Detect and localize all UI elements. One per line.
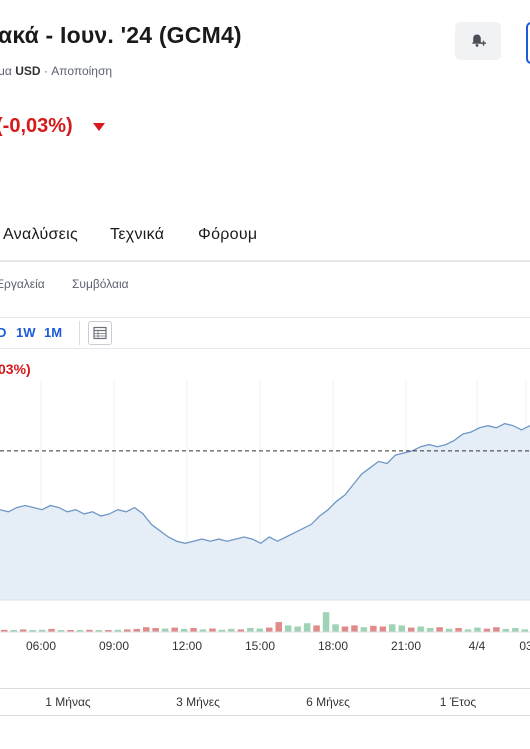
tab-analyses[interactable]: Αναλύσεις — [3, 226, 78, 244]
range-button-day[interactable]: D — [0, 325, 6, 340]
volume-bar — [284, 625, 292, 632]
volume-bar — [379, 626, 387, 632]
volume-bar — [493, 627, 500, 632]
range-button-1m[interactable]: 1M — [44, 325, 62, 340]
volume-bar — [209, 628, 216, 632]
volume-bar — [294, 626, 301, 632]
volume-bar — [389, 624, 396, 632]
volume-bar — [322, 612, 330, 632]
subnav-tools[interactable]: Εργαλεία — [0, 277, 45, 291]
subnav-contracts[interactable]: Συμβόλαια — [72, 277, 129, 291]
disclaimer-link[interactable]: · Αποποίηση — [44, 64, 112, 78]
x-tick-label: 06:00 — [26, 639, 56, 653]
tabs-divider — [0, 260, 530, 262]
price-change-percent: (-0,03%) — [0, 115, 73, 137]
bell-plus-icon — [472, 34, 486, 47]
toolbar-divider — [0, 348, 530, 349]
volume-bar — [247, 628, 254, 632]
x-tick-label: 09:00 — [99, 639, 129, 653]
table-view-icon — [93, 326, 107, 340]
tab-forum[interactable]: Φόρουμ — [198, 226, 257, 244]
volume-bar — [341, 626, 349, 632]
volume-bar — [266, 627, 273, 632]
x-tick-label: 03 — [519, 639, 530, 653]
volume-bar — [143, 627, 150, 632]
add-alert-button[interactable] — [455, 22, 501, 60]
volume-bar — [332, 624, 339, 632]
instrument-subtitle: μα USD · Αποποίηση — [0, 64, 112, 78]
period-3-months[interactable]: 3 Μήνες — [133, 688, 263, 716]
x-tick-label: 4/4 — [469, 639, 486, 653]
instrument-title: ακά - Ιουν. '24 (GCM4) — [0, 22, 242, 48]
volume-bar — [417, 626, 424, 632]
subnav-divider — [0, 317, 530, 318]
x-tick-label: 12:00 — [172, 639, 202, 653]
volume-bar — [360, 627, 368, 632]
x-tick-label: 15:00 — [245, 639, 275, 653]
x-tick-label: 18:00 — [318, 639, 348, 653]
volume-bar — [171, 627, 178, 632]
tab-technicals[interactable]: Τεχνικά — [110, 226, 164, 244]
volume-bar — [190, 628, 197, 632]
period-1-month[interactable]: 1 Μήνας — [3, 688, 133, 716]
period-1-year[interactable]: 1 Έτος — [393, 688, 523, 716]
toolbar-separator — [79, 321, 80, 345]
volume-bar — [455, 628, 462, 632]
price-chart[interactable]: 06:00 09:00 12:00 15:00 18:00 21:00 4/4 03 — [0, 380, 530, 680]
volume-bar — [370, 625, 377, 632]
volume-bar — [303, 623, 311, 632]
period-6-months[interactable]: 6 Μήνες — [263, 688, 393, 716]
volume-bar — [275, 622, 282, 632]
volume-bar — [474, 627, 481, 632]
volume-bar — [426, 628, 434, 632]
range-button-1w[interactable]: 1W — [16, 325, 36, 340]
chart-change-percent: 03%) — [0, 361, 31, 377]
volume-bar — [152, 628, 159, 632]
volume-bar — [408, 627, 415, 632]
subtitle-prefix: μα — [0, 64, 12, 78]
volume-bar — [256, 628, 263, 632]
volume-bar — [398, 625, 405, 632]
volume-bar — [161, 628, 169, 632]
table-view-button[interactable] — [88, 321, 112, 345]
caret-down-icon — [93, 123, 105, 131]
action-button-partial[interactable] — [526, 22, 530, 64]
volume-bar — [512, 628, 519, 632]
currency-label: USD — [15, 64, 41, 78]
volume-bar — [436, 627, 443, 632]
x-tick-label: 21:00 — [391, 639, 421, 653]
volume-bar — [351, 625, 358, 632]
volume-bar — [313, 625, 320, 632]
